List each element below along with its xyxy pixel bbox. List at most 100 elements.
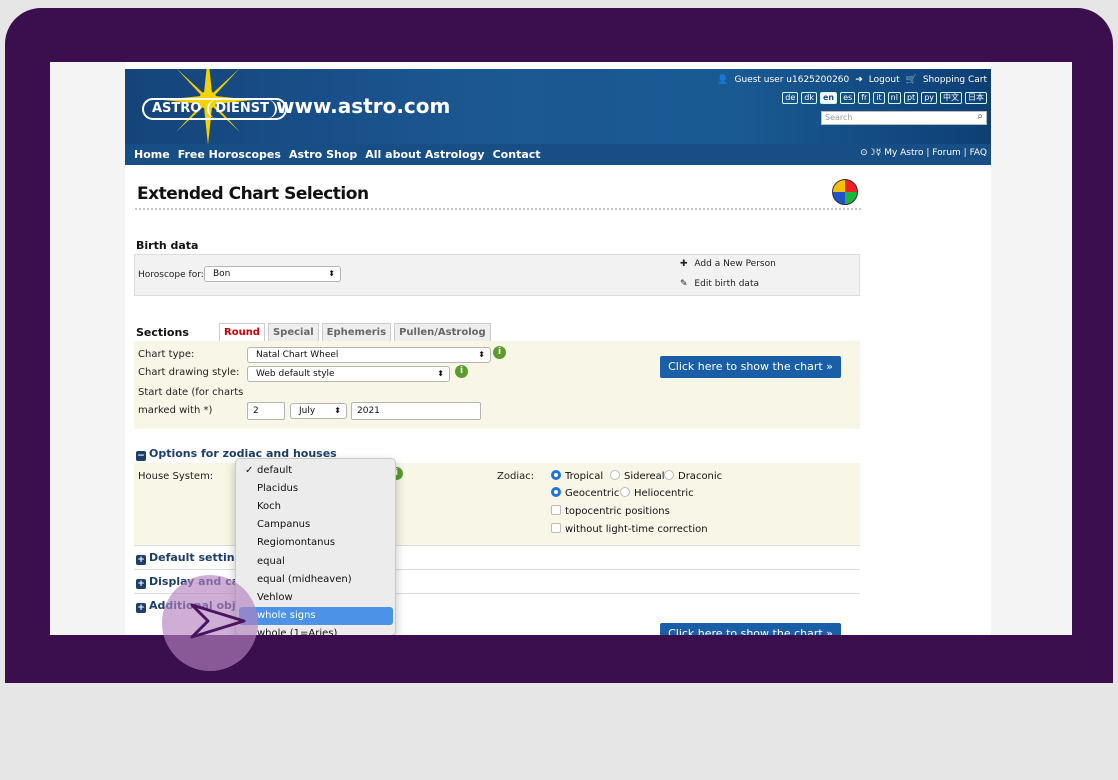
house-option-default[interactable]: ✓ default xyxy=(239,462,393,480)
show-chart-button-bottom[interactable]: Click here to show the chart » xyxy=(660,623,841,635)
lang-py[interactable]: py xyxy=(921,92,937,104)
planet-symbols-icon: ⊙☽☿ xyxy=(860,148,882,158)
lang-it[interactable]: it xyxy=(873,92,885,104)
house-option-equal[interactable]: equal xyxy=(239,553,393,571)
astrodienst-logo[interactable]: ASTRO DIENST xyxy=(142,98,287,120)
house-option-placidus[interactable]: Placidus xyxy=(239,480,393,498)
house-option-campanus[interactable]: Campanus xyxy=(239,516,393,534)
checkbox-icon xyxy=(551,505,561,515)
tab-round[interactable]: Round xyxy=(219,323,265,343)
nav-home[interactable]: Home xyxy=(134,148,170,161)
drawing-style-label: Chart drawing style: xyxy=(138,367,240,378)
lighttime-label: without light-time correction xyxy=(565,524,708,535)
sidereal-radio[interactable]: Sidereal xyxy=(610,470,665,482)
page-title: Extended Chart Selection xyxy=(137,184,369,204)
logout-icon: ➜ xyxy=(855,75,863,85)
nav-astro-shop[interactable]: Astro Shop xyxy=(289,148,357,161)
lang-nl[interactable]: nl xyxy=(887,92,901,104)
draconic-label: Draconic xyxy=(678,471,723,482)
lighttime-checkbox[interactable]: without light-time correction xyxy=(551,523,708,535)
lang-fr[interactable]: fr xyxy=(858,92,871,104)
nav-right-links: ⊙☽☿ My Astro | Forum | FAQ xyxy=(860,148,987,158)
horoscope-select-value: Bon xyxy=(213,269,231,279)
site-banner: ASTRO DIENST www.astro.com 👤 Guest user … xyxy=(125,69,991,144)
guest-user-text: Guest user u1625200260 xyxy=(734,75,850,85)
main-nav: Home Free Horoscopes Astro Shop All abou… xyxy=(125,144,991,165)
logout-link[interactable]: Logout xyxy=(869,75,900,85)
lang-ja[interactable]: 日本 xyxy=(965,92,987,104)
plus-icon: ✚ xyxy=(680,259,688,269)
radio-checked-icon xyxy=(551,487,561,497)
lang-en[interactable]: en xyxy=(819,92,838,104)
start-month-value: July xyxy=(299,406,316,416)
tab-pullen-astrolog[interactable]: Pullen/Astrolog xyxy=(394,323,491,343)
zodiac-label: Zodiac: xyxy=(497,471,535,482)
start-date-label-1: Start date (for charts xyxy=(138,387,244,398)
tab-ephemeris[interactable]: Ephemeris xyxy=(321,323,392,343)
radio-checked-icon xyxy=(551,470,561,480)
start-month-select[interactable]: July ⬍ xyxy=(290,403,347,419)
default-settings-heading[interactable]: + Default settings xyxy=(136,551,249,565)
chart-type-label: Chart type: xyxy=(138,349,195,360)
house-option-koch[interactable]: Koch xyxy=(239,498,393,516)
geocentric-label: Geocentric xyxy=(565,488,620,499)
checkmark-icon: ✓ xyxy=(245,465,254,476)
tropical-label: Tropical xyxy=(565,471,604,482)
user-icon: 👤 xyxy=(717,75,729,85)
drawing-style-info-icon[interactable]: i xyxy=(455,365,468,378)
house-option-vehlow[interactable]: Vehlow xyxy=(239,589,393,607)
lang-de[interactable]: de xyxy=(782,92,799,104)
collapse-minus-icon: − xyxy=(136,451,146,461)
nav-contact[interactable]: Contact xyxy=(493,148,541,161)
heliocentric-label: Heliocentric xyxy=(634,488,694,499)
edit-birth-label: Edit birth data xyxy=(694,279,759,289)
chart-type-info-icon[interactable]: i xyxy=(493,346,506,359)
lang-pt[interactable]: pt xyxy=(903,92,919,104)
select-arrows-icon: ⬍ xyxy=(437,369,444,378)
drawing-style-select[interactable]: Web default style ⬍ xyxy=(247,366,450,382)
house-option-whole-signs[interactable]: whole signs xyxy=(239,607,393,625)
astro-page: ASTRO DIENST www.astro.com 👤 Guest user … xyxy=(125,62,991,635)
select-arrows-icon: ⬍ xyxy=(334,406,341,415)
shopping-cart-link[interactable]: Shopping Cart xyxy=(923,75,987,85)
edit-icon: ✎ xyxy=(680,279,688,289)
radio-icon xyxy=(620,487,630,497)
checkbox-icon xyxy=(551,523,561,533)
birth-data-heading: Birth data xyxy=(136,239,199,252)
search-placeholder: Search xyxy=(825,113,853,122)
show-chart-button[interactable]: Click here to show the chart » xyxy=(660,356,841,378)
chart-type-select[interactable]: Natal Chart Wheel ⬍ xyxy=(247,347,491,363)
tropical-radio[interactable]: Tropical xyxy=(551,470,603,482)
edit-birth-link[interactable]: ✎ Edit birth data xyxy=(680,279,759,289)
expand-plus-icon: + xyxy=(136,603,146,613)
horoscope-for-label: Horoscope for: xyxy=(138,270,204,280)
nav-about-astrology[interactable]: All about Astrology xyxy=(365,148,484,161)
section-tabs: Round Special Ephemeris Pullen/Astrolog xyxy=(219,323,491,343)
house-option-whole-aries[interactable]: whole (1=Aries) xyxy=(239,625,393,635)
draconic-radio[interactable]: Draconic xyxy=(664,470,722,482)
horoscope-select[interactable]: Bon ⬍ xyxy=(204,266,341,282)
logo-astro: ASTRO xyxy=(152,101,202,116)
nav-right-text[interactable]: My Astro | Forum | FAQ xyxy=(884,148,987,158)
lang-es[interactable]: es xyxy=(840,92,856,104)
house-option-regiomontanus[interactable]: Regiomontanus xyxy=(239,534,393,552)
lang-zh[interactable]: 中文 xyxy=(940,92,962,104)
nav-free-horoscopes[interactable]: Free Horoscopes xyxy=(178,148,281,161)
search-input[interactable]: Search ⌕ xyxy=(821,111,987,125)
add-person-link[interactable]: ✚ Add a New Person xyxy=(680,259,776,269)
heliocentric-radio[interactable]: Heliocentric xyxy=(620,487,694,499)
add-person-label: Add a New Person xyxy=(694,259,776,269)
geocentric-radio[interactable]: Geocentric xyxy=(551,487,619,499)
topocentric-checkbox[interactable]: topocentric positions xyxy=(551,505,670,517)
drawing-style-value: Web default style xyxy=(256,369,335,379)
start-year-input[interactable]: 2021 xyxy=(351,402,481,420)
logo-dienst: DIENST xyxy=(207,100,277,118)
site-url[interactable]: www.astro.com xyxy=(276,94,450,118)
user-bar: 👤 Guest user u1625200260 ➜ Logout 🛒 Shop… xyxy=(717,75,987,85)
search-icon[interactable]: ⌕ xyxy=(977,111,983,123)
start-day-input[interactable]: 2 xyxy=(247,402,285,420)
tab-special[interactable]: Special xyxy=(267,323,319,343)
title-divider xyxy=(135,208,861,210)
house-option-equal-midheaven[interactable]: equal (midheaven) xyxy=(239,571,393,589)
lang-dk[interactable]: dk xyxy=(801,92,817,104)
